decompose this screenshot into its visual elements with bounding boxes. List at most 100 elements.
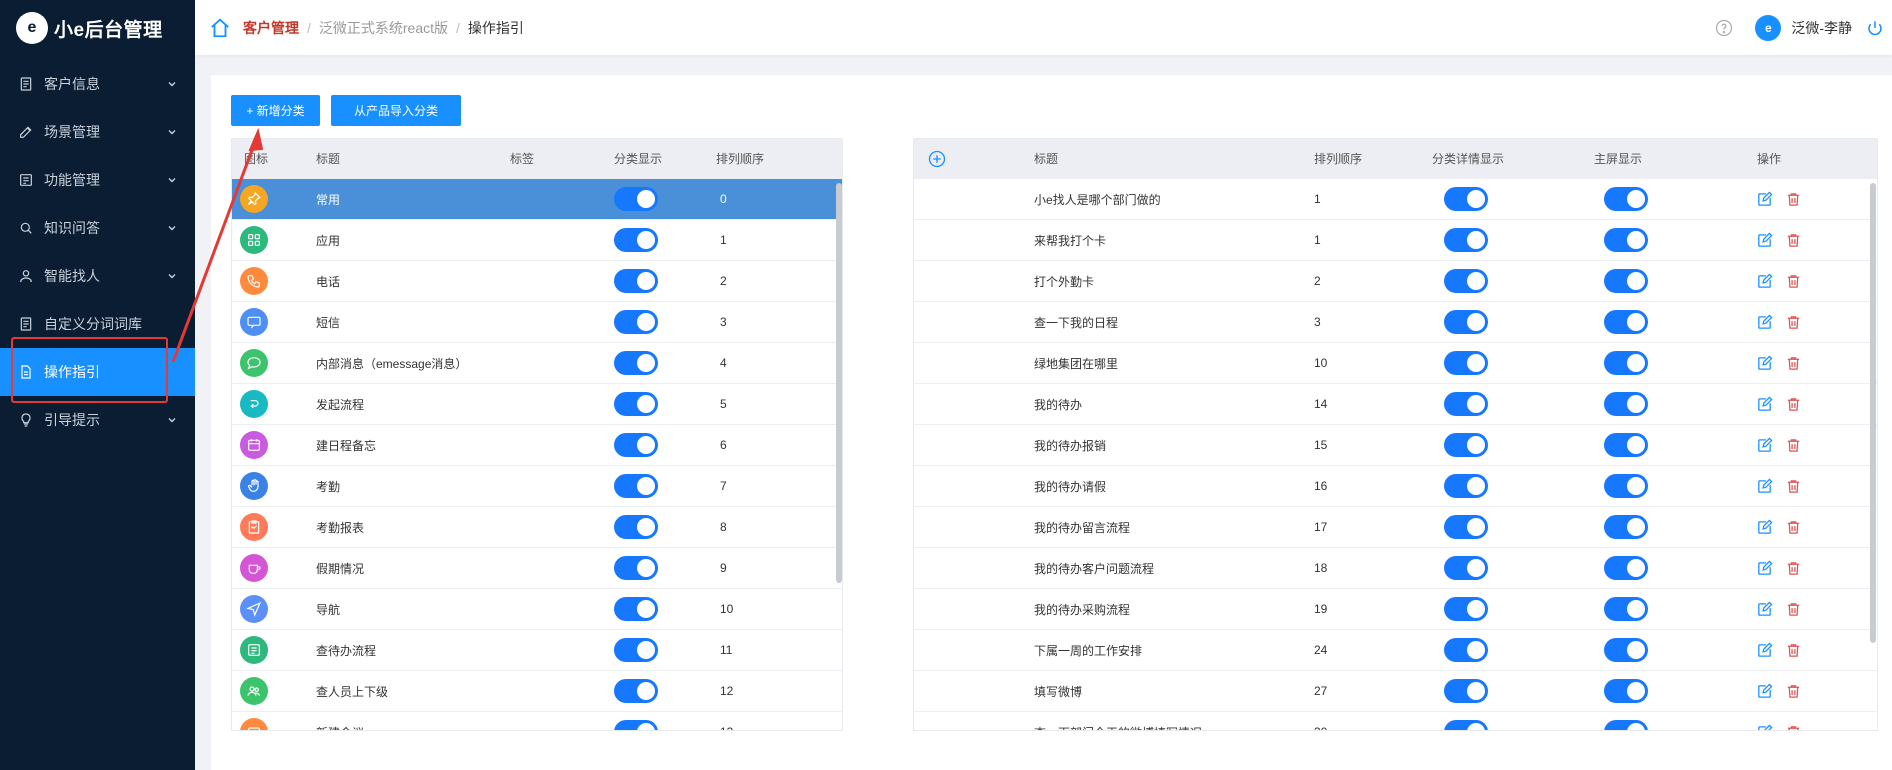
sidebar-item-5[interactable]: 自定义分词词库 — [0, 300, 195, 348]
delete-icon[interactable] — [1785, 437, 1802, 454]
category-display-toggle[interactable] — [614, 343, 658, 383]
detail-display-toggle[interactable] — [1444, 220, 1488, 260]
table-row[interactable]: 新建会议 13 — [232, 712, 842, 730]
category-display-toggle[interactable] — [614, 302, 658, 342]
delete-icon[interactable] — [1785, 191, 1802, 208]
table-row[interactable]: 导航 10 — [232, 589, 842, 630]
toggle-switch[interactable] — [1444, 720, 1488, 730]
detail-display-toggle[interactable] — [1444, 507, 1488, 547]
toggle-switch[interactable] — [614, 679, 658, 703]
detail-display-toggle[interactable] — [1444, 261, 1488, 301]
edit-icon[interactable] — [1756, 478, 1773, 495]
toggle-switch[interactable] — [1444, 474, 1488, 498]
table-row[interactable]: 常用 0 — [232, 179, 842, 220]
sidebar-item-4[interactable]: 智能找人 — [0, 252, 195, 300]
toggle-switch[interactable] — [1604, 556, 1648, 580]
home-display-toggle[interactable] — [1604, 671, 1648, 711]
toggle-switch[interactable] — [1444, 638, 1488, 662]
delete-icon[interactable] — [1785, 314, 1802, 331]
delete-icon[interactable] — [1785, 232, 1802, 249]
edit-icon[interactable] — [1756, 601, 1773, 618]
toggle-switch[interactable] — [1604, 433, 1648, 457]
home-display-toggle[interactable] — [1604, 548, 1648, 588]
table-row[interactable]: 下属一周的工作安排 24 — [914, 630, 1877, 671]
sidebar-item-3[interactable]: 知识问答 — [0, 204, 195, 252]
detail-display-toggle[interactable] — [1444, 466, 1488, 506]
add-category-button[interactable]: + 新增分类 — [231, 95, 320, 126]
breadcrumb-customer-management[interactable]: 客户管理 — [243, 18, 299, 38]
table-row[interactable]: 发起流程 5 — [232, 384, 842, 425]
category-display-toggle[interactable] — [614, 671, 658, 711]
table-row[interactable]: 查人员上下级 12 — [232, 671, 842, 712]
toggle-switch[interactable] — [1604, 392, 1648, 416]
table-row[interactable]: 短信 3 — [232, 302, 842, 343]
table-row[interactable]: 考勤 7 — [232, 466, 842, 507]
scrollbar[interactable] — [836, 183, 842, 583]
home-display-toggle[interactable] — [1604, 220, 1648, 260]
breadcrumb-system[interactable]: 泛微正式系统react版 — [319, 18, 448, 38]
delete-icon[interactable] — [1785, 560, 1802, 577]
category-display-toggle[interactable] — [614, 712, 658, 730]
category-display-toggle[interactable] — [614, 261, 658, 301]
edit-icon[interactable] — [1756, 314, 1773, 331]
edit-icon[interactable] — [1756, 724, 1773, 732]
edit-icon[interactable] — [1756, 519, 1773, 536]
import-category-button[interactable]: 从产品导入分类 — [331, 95, 461, 126]
edit-icon[interactable] — [1756, 191, 1773, 208]
home-display-toggle[interactable] — [1604, 343, 1648, 383]
table-row[interactable]: 来帮我打个卡 1 — [914, 220, 1877, 261]
sidebar-item-1[interactable]: 场景管理 — [0, 108, 195, 156]
toggle-switch[interactable] — [614, 269, 658, 293]
edit-icon[interactable] — [1756, 437, 1773, 454]
home-icon[interactable] — [209, 17, 231, 39]
toggle-switch[interactable] — [614, 720, 658, 730]
toggle-switch[interactable] — [1444, 679, 1488, 703]
home-display-toggle[interactable] — [1604, 302, 1648, 342]
home-display-toggle[interactable] — [1604, 507, 1648, 547]
table-row[interactable]: 我的待办 14 — [914, 384, 1877, 425]
detail-display-toggle[interactable] — [1444, 671, 1488, 711]
table-row[interactable]: 我的待办留言流程 17 — [914, 507, 1877, 548]
edit-icon[interactable] — [1756, 560, 1773, 577]
toggle-switch[interactable] — [1604, 269, 1648, 293]
add-circle-icon[interactable] — [928, 150, 946, 168]
avatar[interactable]: e — [1755, 14, 1782, 41]
delete-icon[interactable] — [1785, 683, 1802, 700]
delete-icon[interactable] — [1785, 355, 1802, 372]
toggle-switch[interactable] — [1604, 351, 1648, 375]
table-row[interactable]: 我的待办请假 16 — [914, 466, 1877, 507]
category-display-toggle[interactable] — [614, 507, 658, 547]
toggle-switch[interactable] — [1444, 392, 1488, 416]
delete-icon[interactable] — [1785, 396, 1802, 413]
sidebar-item-6[interactable]: 操作指引 — [0, 348, 195, 396]
table-row[interactable]: 我的待办报销 15 — [914, 425, 1877, 466]
detail-display-toggle[interactable] — [1444, 179, 1488, 219]
toggle-switch[interactable] — [614, 597, 658, 621]
table-row[interactable]: 绿地集团在哪里 10 — [914, 343, 1877, 384]
toggle-switch[interactable] — [1444, 597, 1488, 621]
toggle-switch[interactable] — [614, 228, 658, 252]
detail-display-toggle[interactable] — [1444, 302, 1488, 342]
toggle-switch[interactable] — [614, 310, 658, 334]
toggle-switch[interactable] — [1444, 228, 1488, 252]
toggle-switch[interactable] — [614, 638, 658, 662]
delete-icon[interactable] — [1785, 642, 1802, 659]
home-display-toggle[interactable] — [1604, 712, 1648, 730]
edit-icon[interactable] — [1756, 396, 1773, 413]
scrollbar[interactable] — [1870, 183, 1876, 643]
toggle-switch[interactable] — [1604, 187, 1648, 211]
table-row[interactable]: 填写微博 27 — [914, 671, 1877, 712]
power-icon[interactable] — [1866, 19, 1884, 37]
toggle-switch[interactable] — [1444, 269, 1488, 293]
table-row[interactable]: 小e找人是哪个部门做的 1 — [914, 179, 1877, 220]
toggle-switch[interactable] — [1604, 638, 1648, 662]
toggle-switch[interactable] — [1444, 433, 1488, 457]
toggle-switch[interactable] — [1604, 720, 1648, 730]
table-row[interactable]: 电话 2 — [232, 261, 842, 302]
logo[interactable]: e 小e后台管理 — [0, 0, 195, 56]
toggle-switch[interactable] — [614, 515, 658, 539]
toggle-switch[interactable] — [1444, 556, 1488, 580]
category-display-toggle[interactable] — [614, 384, 658, 424]
sidebar-item-0[interactable]: 客户信息 — [0, 60, 195, 108]
toggle-switch[interactable] — [1444, 351, 1488, 375]
